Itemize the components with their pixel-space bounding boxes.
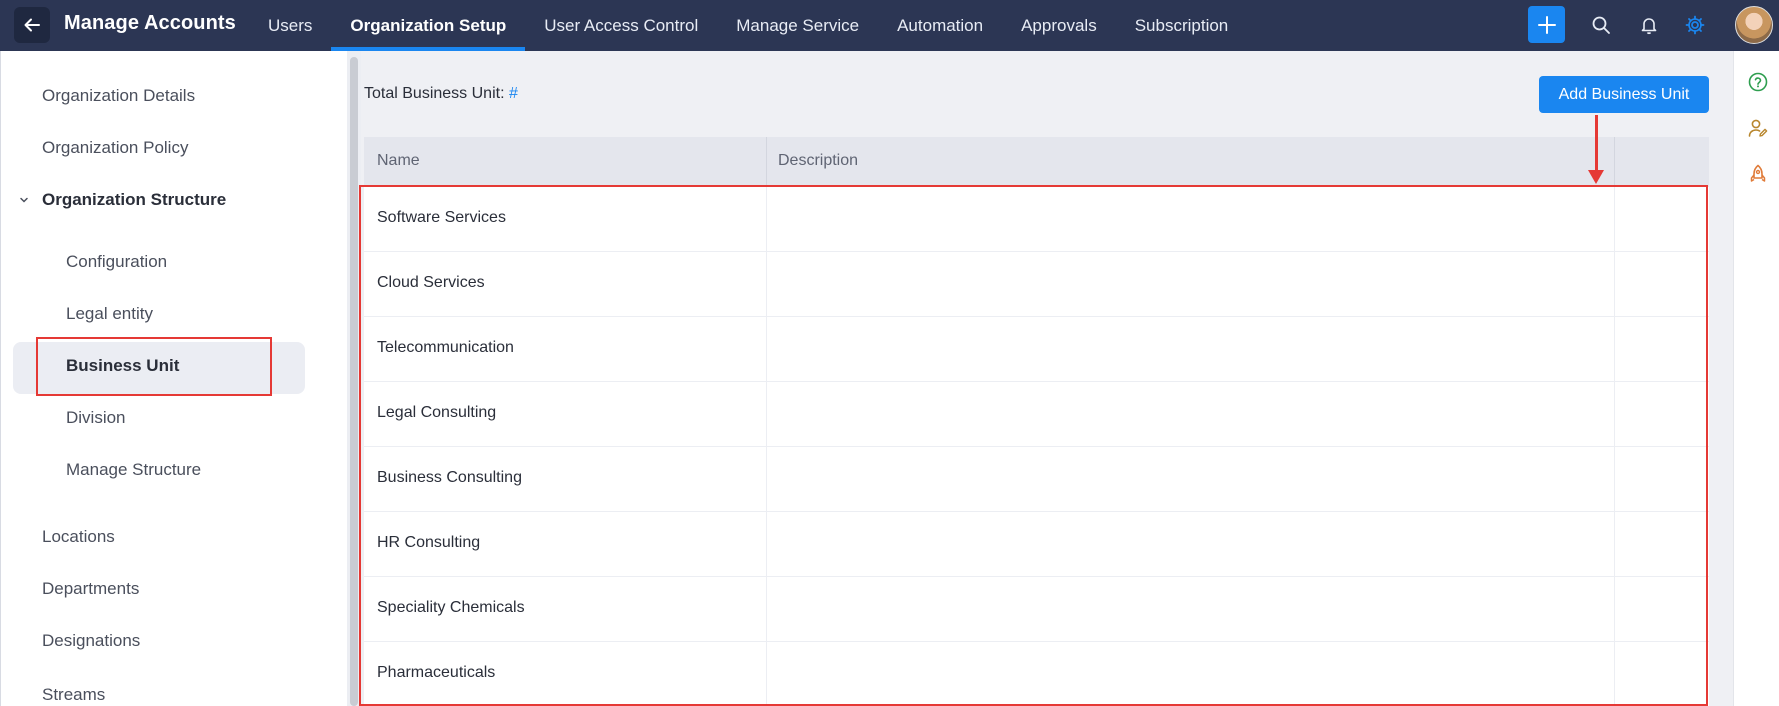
column-divider <box>766 137 767 187</box>
top-navigation-bar: Manage Accounts Users Organization Setup… <box>0 0 1779 51</box>
tab-approvals[interactable]: Approvals <box>1002 0 1116 51</box>
bell-icon <box>1641 18 1657 35</box>
rocket-icon[interactable] <box>1747 163 1769 185</box>
sidebar-scrollbar-thumb[interactable] <box>350 57 358 706</box>
sidebar-item-organization-details[interactable]: Organization Details <box>42 86 195 106</box>
user-avatar[interactable] <box>1735 6 1773 44</box>
table-row[interactable]: Speciality Chemicals <box>364 577 1709 642</box>
search-icon <box>1592 16 1610 34</box>
arrow-left-icon <box>24 18 40 32</box>
tab-manage-service[interactable]: Manage Service <box>717 0 878 51</box>
sidebar-item-organization-policy[interactable]: Organization Policy <box>42 138 188 158</box>
tab-subscription[interactable]: Subscription <box>1116 0 1248 51</box>
table-row[interactable]: Telecommunication <box>364 317 1709 382</box>
sidebar-item-legal-entity[interactable]: Legal entity <box>66 304 153 324</box>
tab-organization-setup[interactable]: Organization Setup <box>331 0 526 51</box>
column-header-name[interactable]: Name <box>377 152 420 170</box>
sidebar-item-organization-structure[interactable]: Organization Structure <box>42 190 226 210</box>
table-row[interactable]: Legal Consulting <box>364 382 1709 447</box>
business-unit-highlight-box <box>36 337 272 396</box>
chevron-down-icon[interactable] <box>18 194 30 206</box>
back-button[interactable] <box>14 7 50 43</box>
table-row[interactable]: Business Consulting <box>364 447 1709 512</box>
business-unit-name: Legal Consulting <box>377 404 497 421</box>
plus-icon <box>1537 15 1556 34</box>
annotation-arrow-head <box>1588 170 1604 184</box>
sidebar-item-streams[interactable]: Streams <box>42 685 105 705</box>
business-unit-name: Speciality Chemicals <box>377 599 525 616</box>
main-content: Total Business Unit: # Add Business Unit… <box>361 51 1733 706</box>
table-header: Name Description <box>364 137 1709 187</box>
annotation-arrow-line <box>1595 115 1598 175</box>
gear-icon <box>1685 15 1705 35</box>
column-header-description[interactable]: Description <box>778 152 858 170</box>
main-nav: Users Organization Setup User Access Con… <box>249 0 1247 51</box>
business-unit-table: Name Description Software Services Cloud… <box>364 137 1709 706</box>
column-divider <box>1614 137 1615 187</box>
search-button[interactable] <box>1589 13 1613 37</box>
tab-automation[interactable]: Automation <box>878 0 1002 51</box>
table-row[interactable]: Cloud Services <box>364 252 1709 317</box>
business-unit-name: HR Consulting <box>377 534 481 551</box>
add-business-unit-button[interactable]: Add Business Unit <box>1539 76 1709 113</box>
total-business-unit-text: Total Business Unit: <box>364 85 505 102</box>
sidebar-item-configuration[interactable]: Configuration <box>66 252 167 272</box>
sidebar-item-division[interactable]: Division <box>66 408 126 428</box>
notifications-button[interactable] <box>1637 13 1661 37</box>
user-edit-icon[interactable] <box>1747 117 1769 139</box>
settings-sidebar: Organization Details Organization Policy… <box>0 51 347 706</box>
total-business-unit-count: # <box>508 85 518 102</box>
create-new-button[interactable] <box>1528 6 1565 43</box>
business-unit-name: Pharmaceuticals <box>377 664 496 681</box>
sidebar-item-departments[interactable]: Departments <box>42 579 139 599</box>
settings-button[interactable] <box>1683 13 1707 37</box>
business-unit-name: Telecommunication <box>377 339 514 356</box>
tab-user-access-control[interactable]: User Access Control <box>525 0 717 51</box>
sidebar-item-designations[interactable]: Designations <box>42 631 140 651</box>
sidebar-item-manage-structure[interactable]: Manage Structure <box>66 460 201 480</box>
table-row[interactable]: HR Consulting <box>364 512 1709 577</box>
sidebar-scrollbar[interactable] <box>347 51 361 706</box>
total-business-unit-label: Total Business Unit: # <box>364 85 518 103</box>
business-unit-name: Cloud Services <box>377 274 485 291</box>
app-title: Manage Accounts <box>64 12 236 34</box>
sidebar-item-locations[interactable]: Locations <box>42 527 115 547</box>
business-unit-name: Business Consulting <box>377 469 522 486</box>
table-row[interactable]: Pharmaceuticals <box>364 642 1709 706</box>
help-circle-icon[interactable] <box>1747 71 1769 93</box>
table-row[interactable]: Software Services <box>364 187 1709 252</box>
tab-users[interactable]: Users <box>249 0 331 51</box>
right-rail <box>1733 51 1779 706</box>
business-unit-name: Software Services <box>377 209 506 226</box>
